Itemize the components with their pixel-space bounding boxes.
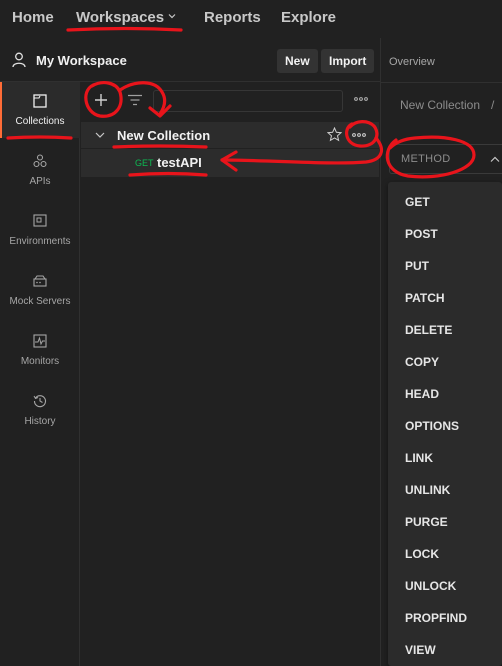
environments-icon bbox=[33, 214, 47, 227]
sidebar-item-label: Collections bbox=[15, 116, 65, 127]
collection-more-icon[interactable] bbox=[351, 130, 367, 140]
top-nav: Home Workspaces Reports Explore bbox=[0, 0, 502, 38]
star-icon[interactable] bbox=[327, 127, 342, 142]
collection-name[interactable]: New Collection bbox=[117, 128, 210, 143]
monitors-icon bbox=[33, 334, 47, 348]
user-icon bbox=[12, 52, 26, 68]
breadcrumb-separator: / bbox=[491, 98, 495, 112]
plus-icon[interactable] bbox=[93, 92, 109, 108]
history-icon bbox=[33, 395, 46, 408]
collection-row[interactable]: New Collection bbox=[81, 122, 379, 148]
chevron-down-icon[interactable] bbox=[95, 131, 105, 139]
breadcrumb[interactable]: New Collection bbox=[400, 98, 480, 112]
sidebar: Collections APIs Environments Mock Serve… bbox=[0, 82, 80, 666]
method-option-post[interactable]: POST bbox=[388, 218, 502, 250]
nav-workspaces[interactable]: Workspaces bbox=[76, 9, 164, 26]
nav-reports[interactable]: Reports bbox=[204, 9, 261, 26]
request-name[interactable]: testAPI bbox=[157, 155, 202, 170]
sidebar-item-label: History bbox=[24, 416, 56, 427]
method-option-put[interactable]: PUT bbox=[388, 250, 502, 282]
sidebar-item-label: Mock Servers bbox=[9, 296, 71, 307]
method-option-copy[interactable]: COPY bbox=[388, 346, 502, 378]
sidebar-item-label: Monitors bbox=[20, 356, 60, 367]
method-option-view[interactable]: VIEW bbox=[388, 634, 502, 666]
sidebar-item-mock-servers[interactable]: Mock Servers bbox=[0, 262, 80, 318]
sidebar-item-apis[interactable]: APIs bbox=[0, 142, 80, 198]
import-button[interactable]: Import bbox=[321, 49, 375, 73]
more-options-icon[interactable] bbox=[353, 94, 369, 104]
request-method-badge: GET bbox=[135, 158, 154, 168]
sidebar-item-collections[interactable]: Collections bbox=[0, 82, 80, 138]
method-option-unlink[interactable]: UNLINK bbox=[388, 474, 502, 506]
method-placeholder: METHOD bbox=[401, 153, 451, 165]
sidebar-item-environments[interactable]: Environments bbox=[0, 202, 80, 258]
chevron-up-icon bbox=[490, 156, 500, 162]
sidebar-item-label: APIs bbox=[29, 176, 51, 187]
nav-home[interactable]: Home bbox=[12, 9, 54, 26]
method-select[interactable]: METHOD bbox=[389, 144, 502, 174]
tab-overview[interactable]: Overview bbox=[389, 56, 435, 68]
new-button[interactable]: New bbox=[277, 49, 318, 73]
divider bbox=[381, 82, 502, 83]
method-option-link[interactable]: LINK bbox=[388, 442, 502, 474]
method-option-propfind[interactable]: PROPFIND bbox=[388, 602, 502, 634]
method-option-get[interactable]: GET bbox=[388, 186, 502, 218]
apis-icon bbox=[33, 154, 47, 168]
sidebar-item-label: Environments bbox=[9, 236, 71, 247]
workspace-title: My Workspace bbox=[36, 53, 127, 68]
method-option-options[interactable]: OPTIONS bbox=[388, 410, 502, 442]
chevron-down-icon[interactable] bbox=[168, 12, 176, 20]
sidebar-item-monitors[interactable]: Monitors bbox=[0, 322, 80, 378]
method-option-head[interactable]: HEAD bbox=[388, 378, 502, 410]
request-row[interactable]: GET testAPI bbox=[81, 149, 379, 177]
method-option-purge[interactable]: PURGE bbox=[388, 506, 502, 538]
method-option-patch[interactable]: PATCH bbox=[388, 282, 502, 314]
method-option-unlock[interactable]: UNLOCK bbox=[388, 570, 502, 602]
search-input[interactable] bbox=[153, 90, 343, 112]
method-dropdown: GET POST PUT PATCH DELETE COPY HEAD OPTI… bbox=[388, 182, 502, 666]
method-option-lock[interactable]: LOCK bbox=[388, 538, 502, 570]
collections-panel: New Collection GET testAPI bbox=[81, 82, 379, 666]
filter-icon[interactable] bbox=[127, 94, 143, 106]
mock-servers-icon bbox=[33, 275, 47, 287]
nav-explore[interactable]: Explore bbox=[281, 9, 336, 26]
workspace-header: My Workspace New Import bbox=[0, 38, 380, 82]
collections-icon bbox=[33, 94, 47, 108]
method-option-delete[interactable]: DELETE bbox=[388, 314, 502, 346]
sidebar-item-history[interactable]: History bbox=[0, 382, 80, 438]
